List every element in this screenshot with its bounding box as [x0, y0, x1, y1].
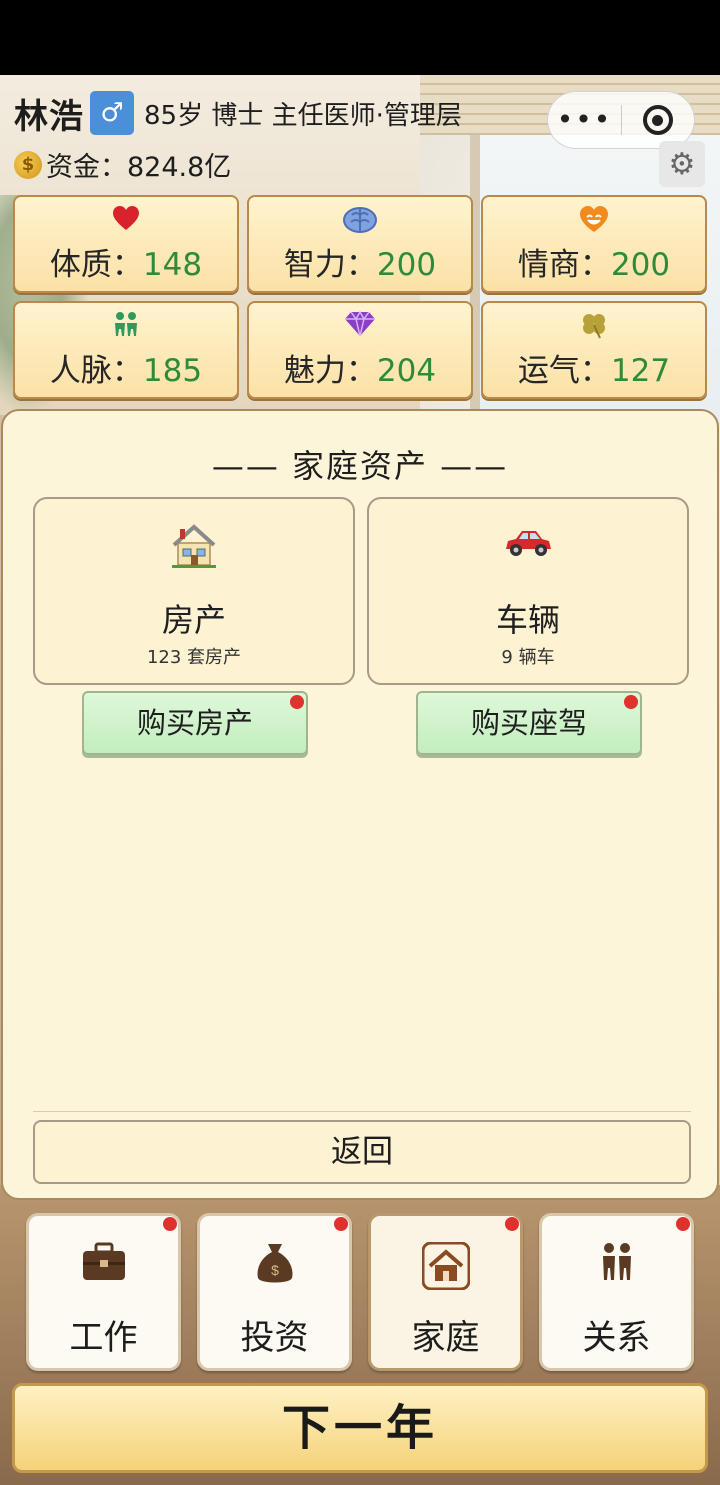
buy-property-button[interactable]: 购买房产 [82, 691, 308, 755]
more-icon[interactable]: ••• [548, 91, 621, 149]
settings-gear-icon[interactable]: ⚙ [659, 141, 705, 187]
family-assets-panel: —— 家庭资产 —— 房产 123 套房产 车辆 9 辆车 购买房产 购买座驾 … [1, 409, 719, 1200]
clover-icon [483, 311, 705, 346]
stat-value: 148 [142, 247, 203, 283]
close-miniprogram-button[interactable] [622, 105, 694, 135]
notification-dot [676, 1217, 690, 1231]
status-bar [0, 0, 720, 75]
property-card[interactable]: 房产 123 套房产 [33, 497, 355, 685]
nav-relations[interactable]: 关系 [539, 1213, 694, 1371]
svg-text:$: $ [271, 1262, 279, 1278]
smile-icon [483, 205, 705, 240]
back-button[interactable]: 返回 [33, 1120, 691, 1184]
stat-value: 185 [142, 353, 203, 389]
stat-eq: 情商：200 [481, 195, 707, 293]
money-bag-icon: $ [14, 150, 42, 179]
stat-luck: 运气：127 [481, 301, 707, 399]
notification-dot [624, 695, 638, 709]
panel-title: —— 家庭资产 —— [211, 447, 509, 485]
money-bag-icon: $ [200, 1242, 349, 1290]
male-icon: ♂ [90, 91, 134, 135]
stat-value: 200 [610, 247, 671, 283]
vehicle-count: 9 辆车 [501, 647, 555, 668]
house-icon [371, 1242, 520, 1290]
heart-icon [15, 205, 237, 238]
people-icon [542, 1242, 691, 1290]
stat-value: 204 [376, 353, 437, 389]
vehicle-card[interactable]: 车辆 9 辆车 [367, 497, 689, 685]
player-info: 85岁 博士 主任医师·管理层 [144, 100, 462, 131]
notification-dot [334, 1217, 348, 1231]
stat-intelligence: 智力：200 [247, 195, 473, 293]
stat-constitution: 体质：148 [13, 195, 239, 293]
nav-work[interactable]: 工作 [26, 1213, 181, 1371]
notification-dot [505, 1217, 519, 1231]
funds-value: 824.8亿 [127, 152, 232, 183]
nav-invest[interactable]: $ 投资 [197, 1213, 352, 1371]
player-header: 林浩 ♂ 85岁 博士 主任医师·管理层 [14, 91, 462, 137]
player-funds: $ 资金： 824.8亿 [14, 145, 231, 184]
nav-family[interactable]: 家庭 [368, 1213, 523, 1371]
people-icon [15, 311, 237, 344]
player-name: 林浩 [14, 96, 84, 137]
property-count: 123 套房产 [146, 647, 242, 668]
diamond-icon [249, 310, 471, 344]
notification-dot [290, 695, 304, 709]
house-icon [35, 523, 353, 573]
buy-vehicle-button[interactable]: 购买座驾 [416, 691, 642, 755]
funds-label: 资金： [46, 152, 127, 183]
target-icon [642, 105, 673, 135]
property-title: 房产 [161, 601, 226, 639]
brain-icon [249, 205, 471, 242]
notification-dot [163, 1217, 177, 1231]
divider [33, 1111, 691, 1112]
car-icon [369, 523, 687, 573]
stat-value: 200 [376, 247, 437, 283]
stat-network: 人脉：185 [13, 301, 239, 399]
stat-value: 127 [610, 353, 671, 389]
briefcase-icon [29, 1242, 178, 1290]
stat-charm: 魅力：204 [247, 301, 473, 399]
next-year-button[interactable]: 下一年 [12, 1383, 708, 1473]
vehicle-title: 车辆 [495, 601, 560, 639]
